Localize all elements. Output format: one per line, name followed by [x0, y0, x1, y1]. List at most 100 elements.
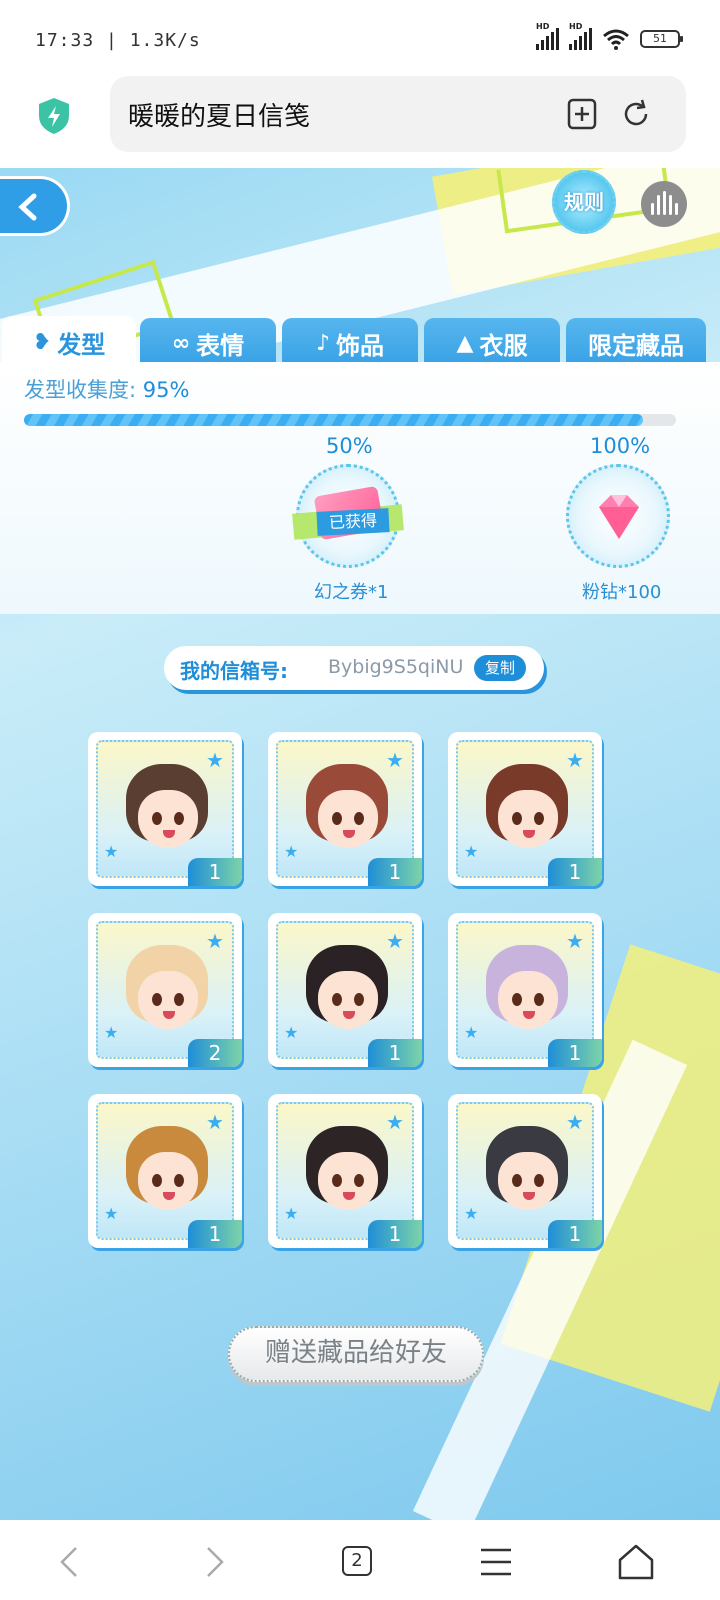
back-button[interactable] [0, 176, 70, 236]
hairstyle-card[interactable]: ★ ★ 1 [268, 1094, 422, 1248]
hair-icon: ❥ [32, 329, 52, 355]
item-count: 1 [548, 1039, 602, 1067]
star-icon: ★ [464, 1204, 479, 1223]
tab-label: 表情 [196, 331, 245, 360]
avatar-face [498, 1152, 558, 1210]
signal-icon: HD [536, 22, 559, 50]
item-count: 1 [548, 1220, 602, 1248]
copy-button[interactable]: 复制 [474, 655, 526, 681]
collection-progress-bar [24, 414, 676, 426]
avatar-face [138, 971, 198, 1029]
item-count: 1 [188, 858, 242, 886]
back-icon[interactable] [48, 1540, 92, 1584]
star-icon: ★ [566, 929, 584, 953]
tab-count: 2 [342, 1546, 372, 1576]
menu-icon[interactable] [474, 1540, 518, 1584]
category-tabs: ❥ 发型 ∞ 表情 ♪ 饰品 ▲ 衣服 限定藏品 [0, 316, 720, 362]
star-icon: ★ [464, 842, 479, 861]
star-icon: ★ [284, 842, 299, 861]
add-bookmark-icon[interactable] [564, 96, 600, 132]
tab-hair[interactable]: ❥ 发型 [2, 316, 136, 362]
refresh-icon[interactable] [618, 96, 654, 132]
avatar-face [138, 1152, 198, 1210]
tab-label: 衣服 [479, 331, 528, 360]
item-count: 1 [368, 1220, 422, 1248]
status-icons: HD HD 51 [536, 22, 683, 50]
milestone-100-label: 100% [590, 434, 651, 458]
accessory-icon: ♪ [315, 330, 331, 356]
mailbox-id: Bybig9S5qiNU [328, 656, 464, 678]
collection-panel: 发型收集度: 95% 50% 已获得 幻之券*1 100% 粉钻*100 [0, 362, 720, 614]
star-icon: ★ [386, 929, 404, 953]
avatar-face [318, 1152, 378, 1210]
wifi-icon [603, 29, 629, 50]
star-icon: ★ [284, 1204, 299, 1223]
item-count: 1 [548, 858, 602, 886]
avatar-face [138, 790, 198, 848]
item-count: 1 [368, 858, 422, 886]
hairstyle-card[interactable]: ★ ★ 1 [88, 1094, 242, 1248]
star-icon: ★ [566, 748, 584, 772]
obtained-badge: 已获得 [316, 508, 390, 536]
collection-percent: 95% [142, 378, 190, 402]
page-title: 暖暖的夏日信笺 [128, 102, 311, 132]
mask-icon: ∞ [171, 330, 191, 356]
tab-clothes[interactable]: ▲ 衣服 [424, 318, 560, 362]
star-icon: ★ [206, 748, 224, 772]
tab-accessory[interactable]: ♪ 饰品 [282, 318, 418, 362]
collection-progress-label: 发型收集度: 95% [24, 378, 190, 402]
pink-diamond-icon [599, 495, 639, 539]
gift-to-friend-button[interactable]: 赠送藏品给好友 [228, 1326, 484, 1382]
star-icon: ★ [386, 1110, 404, 1134]
rules-button[interactable]: 规则 [552, 170, 616, 234]
hairstyle-card[interactable]: ★ ★ 1 [448, 1094, 602, 1248]
item-count: 2 [188, 1039, 242, 1067]
tab-label: 限定藏品 [588, 331, 684, 360]
battery-icon: 51 [640, 30, 683, 48]
progress-fill [24, 414, 644, 426]
star-icon: ★ [104, 1204, 119, 1223]
address-bar[interactable]: 暖暖的夏日信笺 [110, 76, 686, 152]
star-icon: ★ [464, 1023, 479, 1042]
milestone-100-reward[interactable] [566, 464, 670, 568]
tab-label: 饰品 [336, 331, 385, 360]
star-icon: ★ [104, 842, 119, 861]
mailbox-label: 我的信箱号: [180, 659, 288, 683]
hairstyle-card[interactable]: ★ ★ 2 [88, 913, 242, 1067]
forward-icon[interactable] [192, 1540, 236, 1584]
avatar-face [498, 971, 558, 1029]
avatar-face [318, 971, 378, 1029]
hairstyle-card[interactable]: ★ ★ 1 [268, 732, 422, 886]
avatar-face [318, 790, 378, 848]
star-icon: ★ [566, 1110, 584, 1134]
star-icon: ★ [206, 929, 224, 953]
tab-expression[interactable]: ∞ 表情 [140, 318, 276, 362]
tab-label: 发型 [57, 330, 106, 359]
milestone-50-label: 50% [326, 434, 373, 458]
sound-icon[interactable] [641, 181, 687, 227]
hairstyle-card[interactable]: ★ ★ 1 [448, 732, 602, 886]
chevron-left-icon [18, 193, 37, 221]
game-page: 规则 ❥ 发型 ∞ 表情 ♪ 饰品 ▲ 衣服 限定藏品 发型收集度: 95% 5… [0, 168, 720, 1520]
shield-icon[interactable] [36, 96, 72, 136]
clothes-icon: ▲ [456, 330, 474, 356]
hairstyle-card[interactable]: ★ ★ 1 [88, 732, 242, 886]
hairstyle-card[interactable]: ★ ★ 1 [268, 913, 422, 1067]
milestone-50-reward[interactable]: 已获得 [292, 464, 404, 568]
signal-icon-2: HD [569, 22, 592, 50]
star-icon: ★ [284, 1023, 299, 1042]
status-time-speed: 17:33 | 1.3K/s [35, 30, 201, 51]
home-icon[interactable] [614, 1540, 658, 1584]
star-icon: ★ [206, 1110, 224, 1134]
tab-limited[interactable]: 限定藏品 [566, 318, 706, 362]
hairstyle-card[interactable]: ★ ★ 1 [448, 913, 602, 1067]
milestone-50-reward-name: 幻之券*1 [314, 582, 389, 603]
item-count: 1 [368, 1039, 422, 1067]
star-icon: ★ [386, 748, 404, 772]
item-count: 1 [188, 1220, 242, 1248]
avatar-face [498, 790, 558, 848]
milestone-100-reward-name: 粉钻*100 [582, 582, 662, 603]
tabs-button[interactable]: 2 [336, 1540, 380, 1584]
mailbox-id-bar: 我的信箱号: Bybig9S5qiNU 复制 [164, 646, 544, 690]
browser-bottom-nav: 2 [0, 1520, 720, 1600]
